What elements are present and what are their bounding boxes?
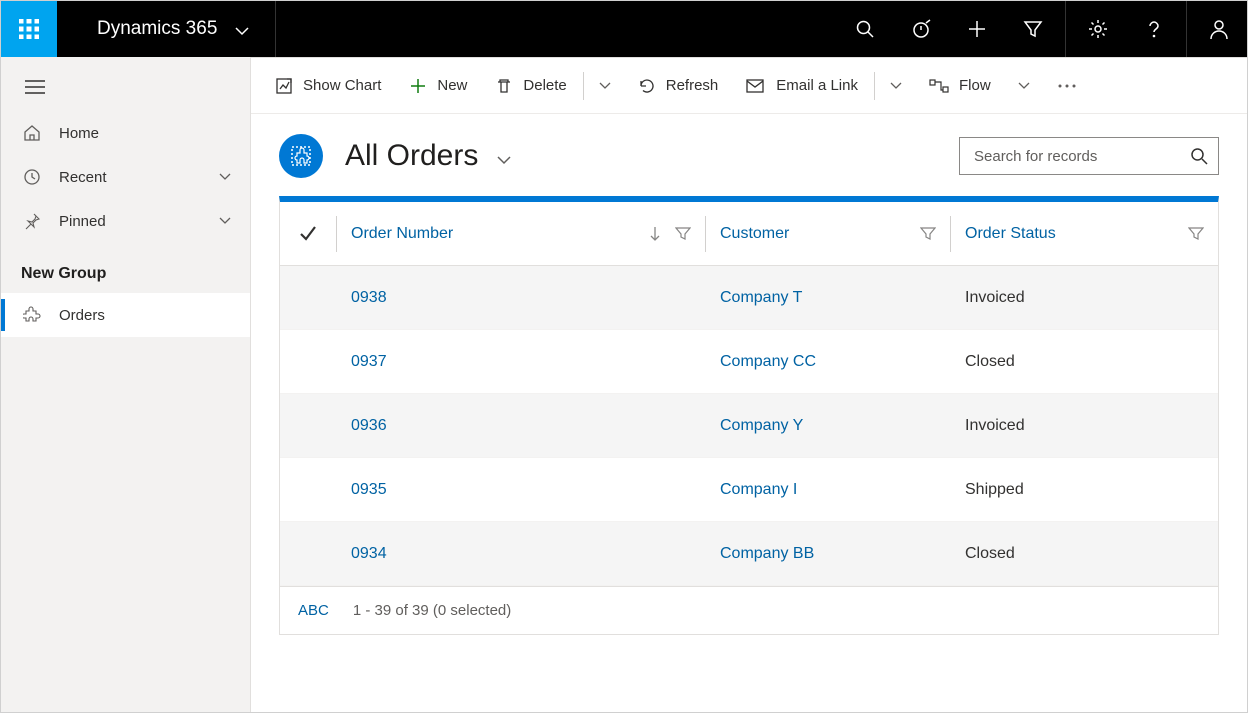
grid-footer: ABC 1 - 39 of 39 (0 selected) bbox=[280, 586, 1218, 634]
puzzle-icon bbox=[23, 306, 41, 324]
cell-status: Closed bbox=[951, 522, 1218, 585]
view-title-text: All Orders bbox=[345, 139, 478, 173]
search-button[interactable] bbox=[837, 1, 893, 57]
cmd-label: Delete bbox=[523, 77, 566, 94]
sidebar-item-label: Recent bbox=[59, 169, 200, 186]
overflow-button[interactable] bbox=[1043, 83, 1091, 89]
account-button[interactable] bbox=[1191, 1, 1247, 57]
sidebar-item-label: Home bbox=[59, 125, 232, 142]
row-checkbox[interactable] bbox=[280, 394, 336, 457]
cell-customer[interactable]: Company T bbox=[706, 266, 950, 329]
filter-icon[interactable] bbox=[675, 226, 691, 242]
product-name: Dynamics 365 bbox=[97, 18, 217, 40]
filter-icon[interactable] bbox=[1188, 226, 1204, 242]
row-checkbox[interactable] bbox=[280, 330, 336, 393]
task-button[interactable] bbox=[893, 1, 949, 57]
grid-header: Order Number Customer bbox=[280, 202, 1218, 266]
delete-split-button[interactable] bbox=[586, 81, 624, 91]
pin-icon bbox=[23, 212, 41, 230]
record-count: 1 - 39 of 39 (0 selected) bbox=[353, 602, 511, 619]
record-search[interactable] bbox=[959, 137, 1219, 175]
product-switcher[interactable]: Dynamics 365 bbox=[57, 1, 276, 57]
chevron-down-icon bbox=[218, 216, 232, 226]
delete-button[interactable]: Delete bbox=[481, 58, 580, 113]
table-row[interactable]: 0938Company TInvoiced bbox=[280, 266, 1218, 330]
hamburger-button[interactable] bbox=[1, 63, 250, 111]
table-row[interactable]: 0934Company BBClosed bbox=[280, 522, 1218, 586]
cell-customer[interactable]: Company I bbox=[706, 458, 950, 521]
cmd-label: New bbox=[437, 77, 467, 94]
alpha-jump[interactable]: ABC bbox=[298, 602, 329, 619]
chart-icon bbox=[275, 77, 293, 95]
email-link-button[interactable]: Email a Link bbox=[732, 58, 872, 113]
row-checkbox[interactable] bbox=[280, 266, 336, 329]
sidebar-item-orders[interactable]: Orders bbox=[1, 293, 250, 337]
flow-icon bbox=[929, 79, 949, 93]
chevron-down-icon bbox=[496, 154, 512, 166]
add-button[interactable] bbox=[949, 1, 1005, 57]
table-row[interactable]: 0935Company IShipped bbox=[280, 458, 1218, 522]
sidebar-item-recent[interactable]: Recent bbox=[1, 155, 250, 199]
cell-status: Closed bbox=[951, 330, 1218, 393]
cell-customer[interactable]: Company CC bbox=[706, 330, 950, 393]
cell-order[interactable]: 0938 bbox=[337, 266, 705, 329]
trash-icon bbox=[495, 77, 513, 95]
email-icon bbox=[746, 78, 766, 94]
column-label: Order Number bbox=[351, 225, 453, 243]
column-header-status[interactable]: Order Status bbox=[951, 202, 1218, 265]
flow-button[interactable]: Flow bbox=[915, 58, 1005, 113]
cell-order[interactable]: 0934 bbox=[337, 522, 705, 585]
cell-order[interactable]: 0937 bbox=[337, 330, 705, 393]
table-row[interactable]: 0936Company YInvoiced bbox=[280, 394, 1218, 458]
row-checkbox[interactable] bbox=[280, 522, 336, 585]
email-split-button[interactable] bbox=[877, 81, 915, 91]
clock-icon bbox=[23, 168, 41, 186]
cmd-label: Refresh bbox=[666, 77, 719, 94]
sort-down-icon bbox=[649, 226, 661, 242]
column-header-order[interactable]: Order Number bbox=[337, 202, 705, 265]
cmd-label: Flow bbox=[959, 77, 991, 94]
entity-icon bbox=[279, 134, 323, 178]
home-icon bbox=[23, 124, 41, 142]
chevron-down-icon bbox=[218, 172, 232, 182]
cell-status: Invoiced bbox=[951, 266, 1218, 329]
refresh-icon bbox=[638, 77, 656, 95]
new-button[interactable]: New bbox=[395, 58, 481, 113]
sidebar-item-label: Orders bbox=[59, 307, 232, 324]
search-input[interactable] bbox=[974, 148, 1190, 165]
sidebar-item-pinned[interactable]: Pinned bbox=[1, 199, 250, 243]
app-launcher-button[interactable] bbox=[1, 1, 57, 57]
view-selector[interactable]: All Orders bbox=[345, 139, 512, 173]
column-label: Customer bbox=[720, 225, 789, 243]
cell-status: Invoiced bbox=[951, 394, 1218, 457]
search-icon[interactable] bbox=[1190, 147, 1208, 165]
cell-customer[interactable]: Company Y bbox=[706, 394, 950, 457]
column-header-customer[interactable]: Customer bbox=[706, 202, 950, 265]
filter-button[interactable] bbox=[1005, 1, 1061, 57]
cmd-label: Email a Link bbox=[776, 77, 858, 94]
settings-button[interactable] bbox=[1070, 1, 1126, 57]
show-chart-button[interactable]: Show Chart bbox=[261, 58, 395, 113]
help-button[interactable] bbox=[1126, 1, 1182, 57]
column-label: Order Status bbox=[965, 225, 1056, 243]
cell-order[interactable]: 0935 bbox=[337, 458, 705, 521]
cell-customer[interactable]: Company BB bbox=[706, 522, 950, 585]
sidebar-item-label: Pinned bbox=[59, 213, 200, 230]
sidebar-item-home[interactable]: Home bbox=[1, 111, 250, 155]
select-all-checkbox[interactable] bbox=[280, 202, 336, 265]
chevron-down-icon bbox=[235, 26, 249, 36]
refresh-button[interactable]: Refresh bbox=[624, 58, 733, 113]
filter-icon[interactable] bbox=[920, 226, 936, 242]
cmd-label: Show Chart bbox=[303, 77, 381, 94]
cell-order[interactable]: 0936 bbox=[337, 394, 705, 457]
cell-status: Shipped bbox=[951, 458, 1218, 521]
plus-icon bbox=[409, 77, 427, 95]
table-row[interactable]: 0937Company CCClosed bbox=[280, 330, 1218, 394]
row-checkbox[interactable] bbox=[280, 458, 336, 521]
sidebar-group-header: New Group bbox=[1, 243, 250, 293]
flow-split-button[interactable] bbox=[1005, 81, 1043, 91]
